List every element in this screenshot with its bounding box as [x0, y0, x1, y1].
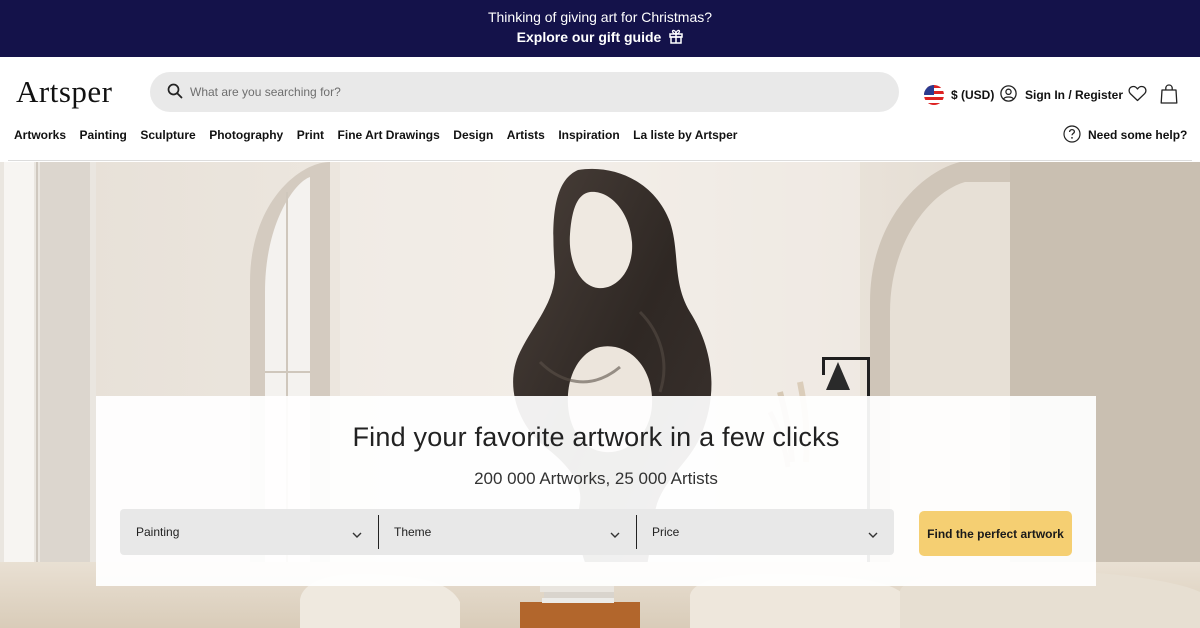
- us-flag-icon: [924, 85, 944, 105]
- price-dropdown-label: Price: [652, 525, 680, 539]
- chevron-down-icon: [352, 528, 362, 542]
- nav-item-photography[interactable]: Photography: [209, 128, 283, 144]
- search-bar[interactable]: [150, 72, 899, 112]
- nav-item-print[interactable]: Print: [297, 128, 324, 144]
- logo[interactable]: Artsper: [16, 74, 112, 110]
- nav-item-sculpture[interactable]: Sculpture: [140, 128, 195, 144]
- header-divider: [8, 160, 1192, 161]
- question-circle-icon: [1063, 124, 1088, 146]
- promo-headline: Thinking of giving art for Christmas?: [487, 9, 713, 25]
- nav-item-inspiration[interactable]: Inspiration: [558, 128, 619, 144]
- nav-item-la-liste[interactable]: La liste by Artsper: [633, 128, 737, 144]
- price-dropdown[interactable]: Price: [636, 509, 894, 555]
- nav-item-fine-art-drawings[interactable]: Fine Art Drawings: [338, 128, 440, 144]
- heart-icon[interactable]: [1128, 85, 1147, 107]
- chevron-down-icon: [868, 528, 878, 542]
- user-icon: [1000, 85, 1025, 105]
- nav-item-artworks[interactable]: Artworks: [14, 128, 66, 144]
- chevron-down-icon: [610, 528, 620, 542]
- promo-link[interactable]: Explore our gift guide: [0, 29, 1200, 47]
- promo-banner[interactable]: Thinking of giving art for Christmas? Ex…: [0, 0, 1200, 57]
- nav-item-artists[interactable]: Artists: [507, 128, 545, 144]
- currency-selector[interactable]: $ (USD): [924, 84, 994, 106]
- search-input[interactable]: [190, 72, 880, 112]
- category-dropdown-label: Painting: [136, 525, 180, 539]
- gift-icon: [669, 29, 684, 47]
- finder-subtitle: 200 000 Artworks, 25 000 Artists: [474, 469, 718, 488]
- bag-icon[interactable]: [1160, 84, 1178, 109]
- help-label: Need some help?: [1088, 128, 1188, 142]
- theme-dropdown[interactable]: Theme: [378, 509, 636, 555]
- help-link[interactable]: Need some help?: [1063, 124, 1188, 146]
- theme-dropdown-label: Theme: [394, 525, 432, 539]
- sign-in-label: Sign In / Register: [1025, 88, 1124, 102]
- artwork-finder: Find your favorite artwork in a few clic…: [96, 396, 1096, 586]
- main-nav: Artworks Painting Sculpture Photography …: [14, 128, 751, 144]
- finder-title: Find your favorite artwork in a few clic…: [352, 422, 840, 452]
- nav-item-design[interactable]: Design: [453, 128, 493, 144]
- currency-label: $ (USD): [951, 88, 995, 102]
- finder-filters: Painting Theme Price: [120, 509, 894, 555]
- promo-link-label: Explore our gift guide: [516, 29, 662, 45]
- search-icon: [167, 83, 183, 104]
- sign-in-register-link[interactable]: Sign In / Register: [1000, 84, 1123, 106]
- category-dropdown[interactable]: Painting: [120, 509, 378, 555]
- find-artwork-button[interactable]: Find the perfect artwork: [919, 511, 1072, 556]
- nav-item-painting[interactable]: Painting: [80, 128, 127, 144]
